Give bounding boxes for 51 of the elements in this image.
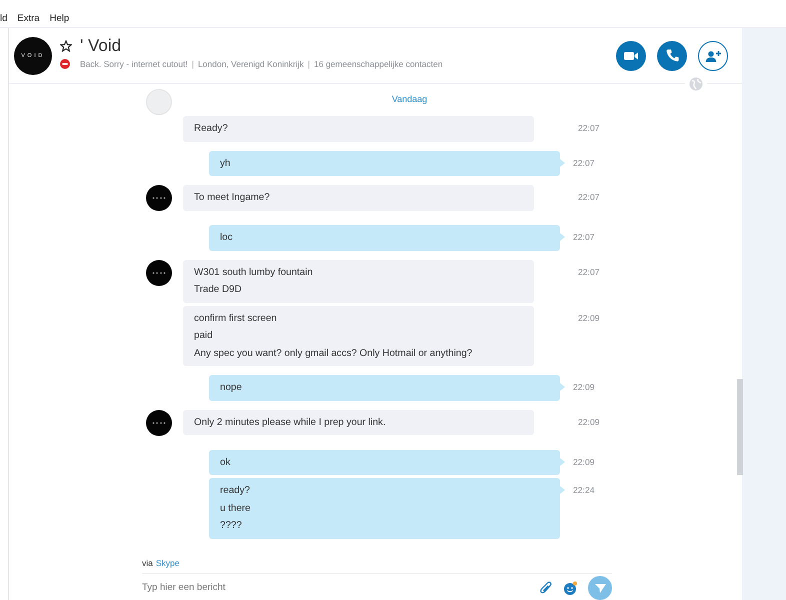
message-text: u there <box>220 502 252 516</box>
contact-name: ' Void <box>80 36 122 56</box>
message-time: 22:07 <box>578 266 600 278</box>
message-text: Only 2 minutes please while I prep your link. <box>194 416 387 430</box>
message-time: 22:07 <box>578 122 600 135</box>
message-text: Ready? <box>194 122 229 136</box>
menu-item[interactable]: ld <box>0 13 8 25</box>
star-icon[interactable] <box>60 40 72 52</box>
message-time: 22:24 <box>573 484 595 497</box>
date-divider-label: Vandaag <box>392 94 428 106</box>
skype-link[interactable]: Skype <box>156 558 180 568</box>
message-time: 22:09 <box>578 312 600 324</box>
message-text: paid <box>194 329 214 343</box>
audio-call-button[interactable] <box>657 40 687 70</box>
message-time: 22:07 <box>578 191 600 204</box>
menu-item[interactable]: Extra <box>17 13 40 25</box>
message-time: 22:07 <box>573 156 595 170</box>
status-text: London, Verenigd Koninkrijk <box>198 59 304 69</box>
message-text: confirm first screen <box>194 312 278 326</box>
message-time: 22:09 <box>573 381 595 394</box>
via-label: via <box>142 558 153 568</box>
send-icon <box>594 582 606 594</box>
add-people-button[interactable] <box>698 40 728 70</box>
message-text: yh <box>220 156 232 170</box>
message-time: 22:07 <box>573 231 595 244</box>
message-text: Any spec you want? only gmail accs? Only Hotmail or anything? <box>194 346 474 360</box>
video-call-button[interactable] <box>616 40 646 70</box>
message-text: ok <box>220 456 232 470</box>
message-text: loc <box>220 231 234 245</box>
message-text: Trade D9D <box>194 283 243 297</box>
paperclip-icon <box>540 581 552 594</box>
message-text: ready? <box>220 484 251 498</box>
attach-button[interactable] <box>540 581 552 594</box>
message-time: 22:09 <box>573 456 595 468</box>
message-text: W301 south lumby fountain <box>194 266 314 280</box>
video-camera-icon <box>624 50 638 60</box>
message-input[interactable]: Typ hier een bericht <box>142 582 540 593</box>
message-text: nope <box>220 381 243 395</box>
separator-text: | <box>192 59 194 69</box>
phone-icon <box>666 49 678 62</box>
status-text: Back. Sorry - internet cutout! <box>80 59 188 69</box>
message-text: To meet Ingame? <box>194 191 271 205</box>
status-text: 16 gemeenschappelijke contacten <box>314 59 443 69</box>
separator-text: | <box>308 59 310 69</box>
scrollbar-thumb[interactable] <box>737 379 743 475</box>
menu-item[interactable]: Help <box>50 13 70 25</box>
message-text: ???? <box>220 519 243 533</box>
emoticon-button[interactable] <box>563 580 577 594</box>
add-person-icon <box>705 50 721 62</box>
message-time: 22:09 <box>578 416 600 428</box>
smiley-icon <box>563 580 577 594</box>
